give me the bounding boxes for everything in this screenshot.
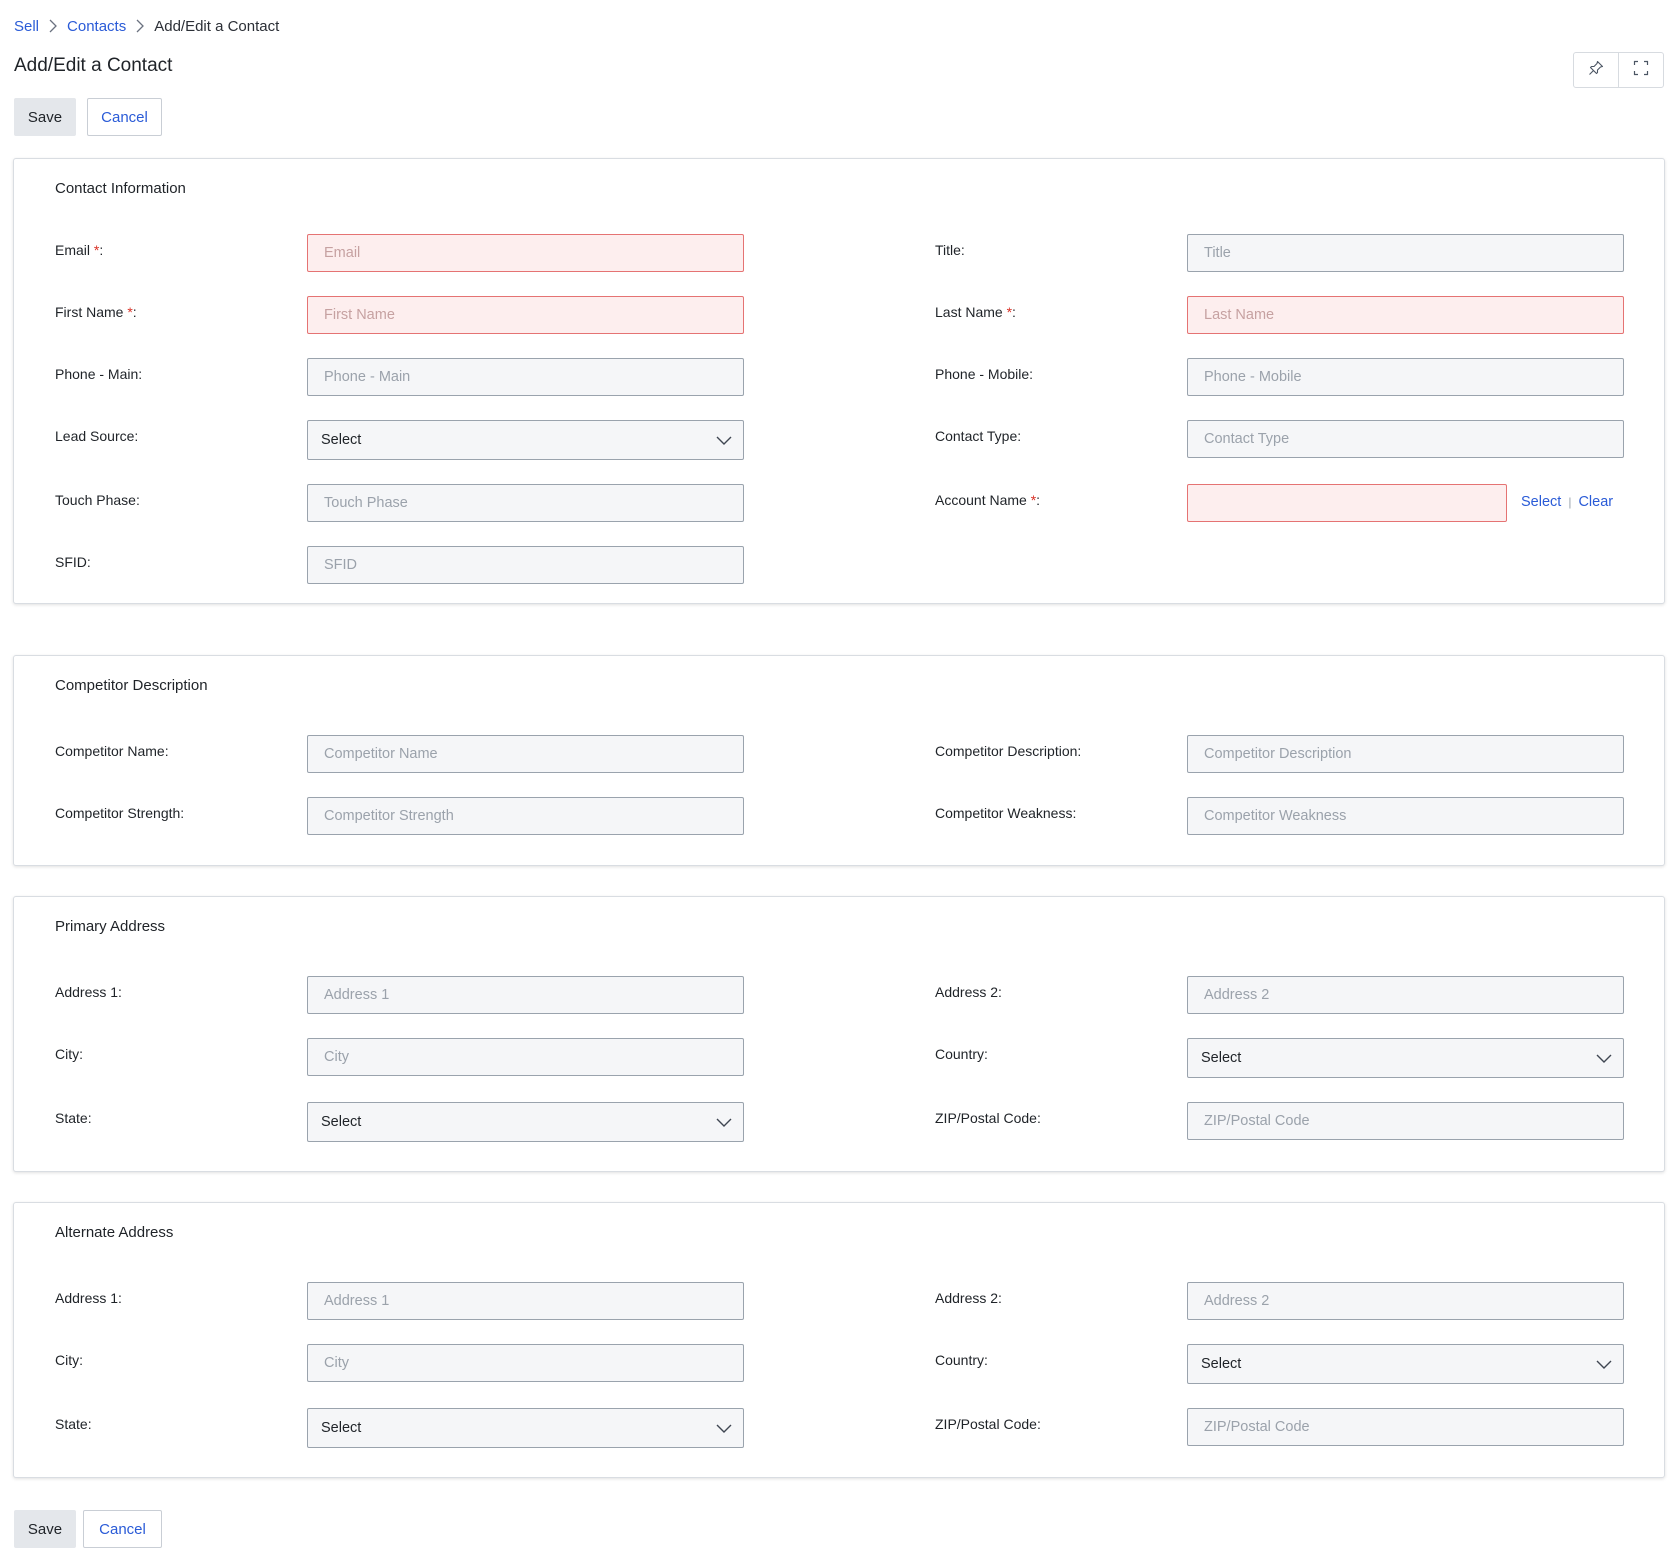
account-clear-link[interactable]: Clear [1578,494,1613,510]
account-select-link[interactable]: Select [1521,494,1561,510]
competitor-name-field[interactable]: Competitor Name [307,735,744,773]
bottom-actions: Save Cancel [14,1510,162,1548]
touch-phase-field[interactable]: Touch Phase [307,484,744,522]
country-value: Select [1201,1356,1242,1372]
zip-label: ZIP/Postal Code: [935,1110,1041,1126]
address2-label: Address 2: [935,1290,1002,1306]
chevron-down-icon [1596,1054,1612,1063]
zip-label: ZIP/Postal Code: [935,1416,1041,1432]
contact-type-field[interactable]: Contact Type [1187,420,1624,458]
country-label: Country: [935,1046,988,1062]
page-title: Add/Edit a Contact [14,55,173,76]
required-marker: * [1006,304,1013,320]
chevron-right-icon [126,19,154,33]
account-name-actions: Select | Clear [1521,494,1613,510]
competitor-strength-field[interactable]: Competitor Strength [307,797,744,835]
city-label: City: [55,1352,83,1368]
phone-mobile-label: Phone - Mobile: [935,366,1034,382]
save-button[interactable]: Save [14,1510,76,1548]
city-field[interactable]: City [307,1344,744,1382]
breadcrumb-current: Add/Edit a Contact [154,17,280,35]
competitor-strength-label: Competitor Strength: [55,805,185,821]
country-select[interactable]: Select [1187,1038,1624,1078]
breadcrumb-link-contacts[interactable]: Contacts [67,18,126,35]
divider: | [1568,495,1572,509]
contact-type-label: Contact Type: [935,428,1022,444]
competitor-weakness-field[interactable]: Competitor Weakness [1187,797,1624,835]
phone-main-label: Phone - Main: [55,366,143,382]
top-actions: Save Cancel [14,98,162,136]
address2-field[interactable]: Address 2 [1187,1282,1624,1320]
country-label: Country: [935,1352,988,1368]
competitor-weakness-label: Competitor Weakness: [935,805,1077,821]
view-toolbar [1573,52,1664,88]
zip-field[interactable]: ZIP/Postal Code [1187,1408,1624,1446]
address1-field[interactable]: Address 1 [307,976,744,1014]
required-marker: * [1030,492,1037,508]
phone-main-field[interactable]: Phone - Main [307,358,744,396]
pin-button[interactable] [1574,53,1618,87]
breadcrumb: Sell Contacts Add/Edit a Contact [14,16,279,36]
state-select[interactable]: Select [307,1102,744,1142]
alternate-address-section: Alternate Address Address 1: Address 1 A… [13,1202,1665,1478]
pin-icon [1588,60,1604,81]
last-name-label: Last Name *: [935,304,1016,320]
email-label: Email *: [55,242,104,258]
lead-source-label: Lead Source: [55,428,139,444]
cancel-button[interactable]: Cancel [87,98,162,136]
cancel-button[interactable]: Cancel [83,1510,162,1548]
primary-address-section: Primary Address Address 1: Address 1 Add… [13,896,1665,1172]
city-field[interactable]: City [307,1038,744,1076]
chevron-down-icon [1596,1360,1612,1369]
competitor-name-label: Competitor Name: [55,743,169,759]
phone-mobile-field[interactable]: Phone - Mobile [1187,358,1624,396]
section-title: Alternate Address [55,1224,174,1241]
fullscreen-button[interactable] [1618,53,1663,87]
chevron-down-icon [716,436,732,445]
first-name-field[interactable]: First Name [307,296,744,334]
contact-information-section: Contact Information Email *: Email Title… [13,158,1665,604]
zip-field[interactable]: ZIP/Postal Code [1187,1102,1624,1140]
chevron-right-icon [39,19,67,33]
competitor-description-section: Competitor Description Competitor Name: … [13,655,1665,866]
state-label: State: [55,1416,92,1432]
title-label: Title: [935,242,965,258]
sfid-label: SFID: [55,554,91,570]
section-title: Competitor Description [55,677,208,694]
state-value: Select [321,1420,362,1436]
state-select[interactable]: Select [307,1408,744,1448]
chevron-down-icon [716,1118,732,1127]
address2-field[interactable]: Address 2 [1187,976,1624,1014]
required-marker: * [127,304,133,320]
first-name-label: First Name *: [55,304,137,320]
country-value: Select [1201,1050,1242,1066]
required-marker: * [93,242,100,258]
save-button[interactable]: Save [14,98,76,136]
last-name-field[interactable]: Last Name [1187,296,1624,334]
address1-field[interactable]: Address 1 [307,1282,744,1320]
account-name-field[interactable] [1187,484,1507,522]
chevron-down-icon [716,1424,732,1433]
lead-source-select[interactable]: Select [307,420,744,460]
state-value: Select [321,1114,362,1130]
address1-label: Address 1: [55,984,122,1000]
breadcrumb-link-sell[interactable]: Sell [14,18,39,35]
address2-label: Address 2: [935,984,1002,1000]
competitor-description-label: Competitor Description: [935,743,1082,759]
title-field[interactable]: Title [1187,234,1624,272]
section-title: Contact Information [55,180,186,197]
sfid-field[interactable]: SFID [307,546,744,584]
email-field[interactable]: Email [307,234,744,272]
touch-phase-label: Touch Phase: [55,492,140,508]
address1-label: Address 1: [55,1290,122,1306]
city-label: City: [55,1046,83,1062]
section-title: Primary Address [55,918,166,935]
fullscreen-icon [1633,60,1649,81]
lead-source-value: Select [321,432,362,448]
country-select[interactable]: Select [1187,1344,1624,1384]
state-label: State: [55,1110,92,1126]
competitor-description-field[interactable]: Competitor Description [1187,735,1624,773]
account-name-label: Account Name *: [935,492,1041,508]
